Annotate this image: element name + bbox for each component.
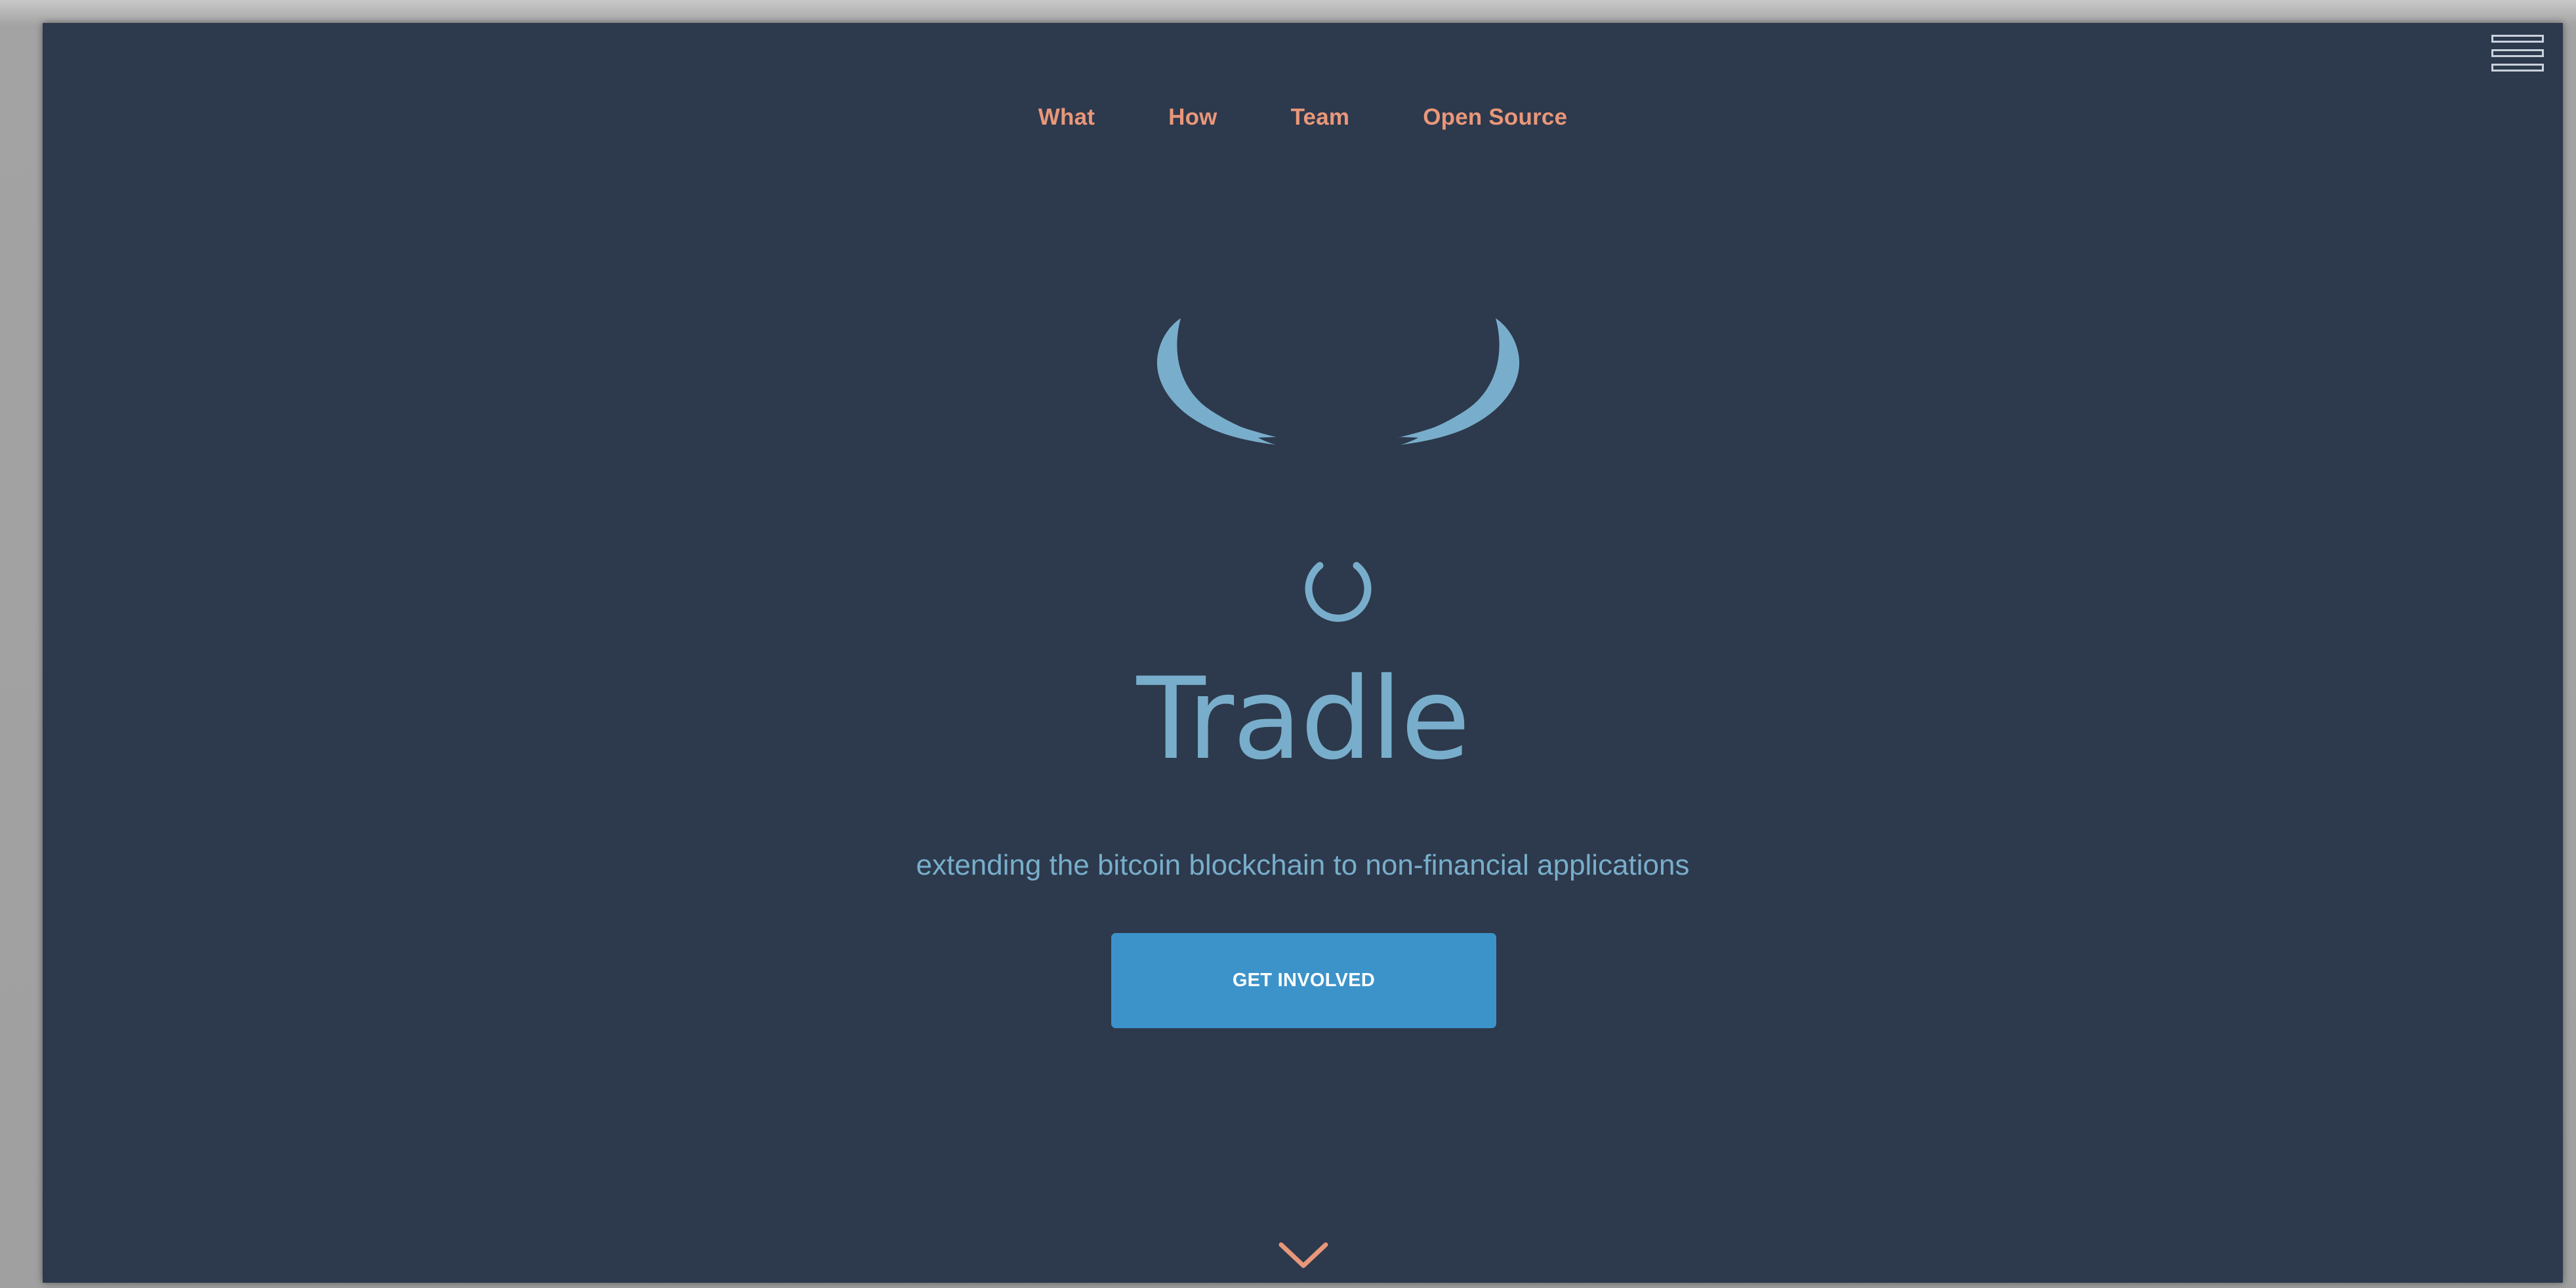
top-nav: What How Team Open Source <box>43 104 2563 131</box>
nav-link-open-source[interactable]: Open Source <box>1423 104 1567 131</box>
page: What How Team Open Source Tradle extendi… <box>43 23 2563 1283</box>
right-horn-group <box>1394 318 1520 445</box>
nose-ring <box>1305 562 1372 622</box>
menu-bar-bottom <box>2491 64 2544 72</box>
menu-bar-middle <box>2491 49 2544 57</box>
hero-title: Tradle <box>1136 653 1471 785</box>
nav-link-how[interactable]: How <box>1168 104 1217 131</box>
menu-bar-top <box>2491 35 2544 43</box>
get-involved-button[interactable]: GET INVOLVED <box>1111 933 1496 1028</box>
hamburger-menu-icon[interactable] <box>2489 33 2548 76</box>
nav-link-team[interactable]: Team <box>1291 104 1350 131</box>
nav-link-what[interactable]: What <box>1038 104 1095 131</box>
bull-horns-ring-icon <box>1156 318 1520 622</box>
hero-subtitle: extending the bitcoin blockchain to non-… <box>916 849 1690 881</box>
browser-frame: What How Team Open Source Tradle extendi… <box>0 0 2576 1288</box>
chevron-down-icon[interactable] <box>1277 1238 1330 1271</box>
